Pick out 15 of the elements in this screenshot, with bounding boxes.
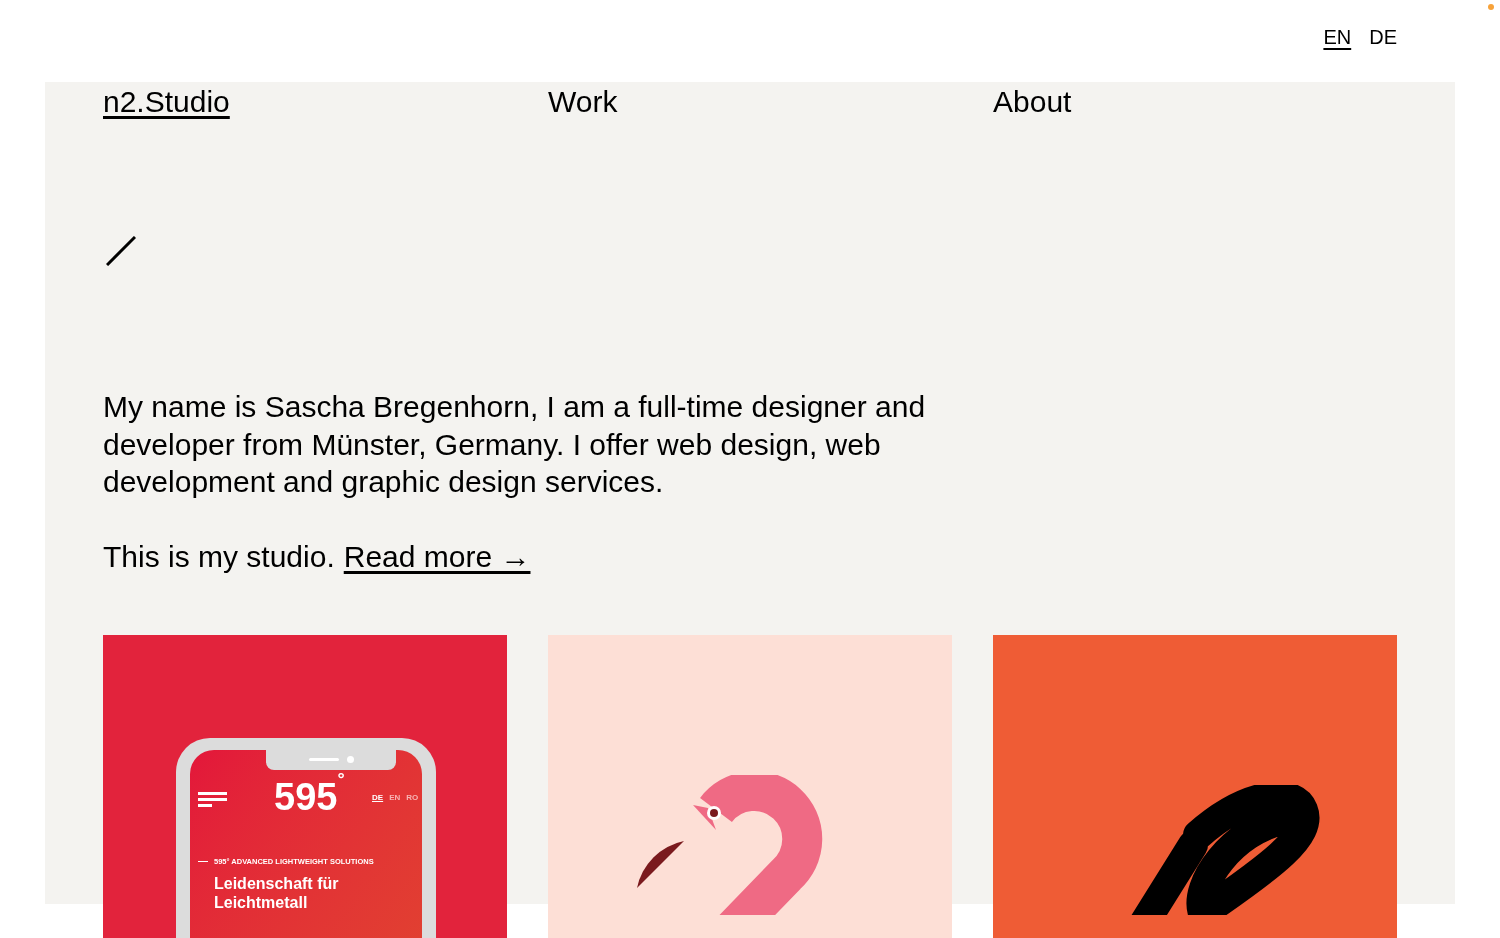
studio-text: This is my studio. [103, 538, 335, 575]
language-link[interactable]: EN [1323, 22, 1352, 52]
nav-link[interactable]: n2.Studio [103, 82, 230, 122]
nav-link[interactable]: About [993, 82, 1072, 122]
mockup-language-link[interactable]: DE [372, 791, 384, 804]
read-more-link[interactable]: Read more → [343, 536, 531, 577]
slash-icon [106, 236, 136, 266]
language-link[interactable]: DE [1369, 22, 1397, 52]
menu-icon [198, 791, 228, 808]
intro-paragraph: My name is Sascha Bregenhorn, I am a full-time designer and developer from Münster, Germany. I offer web design, web development and graphic design services. [103, 389, 927, 500]
degree-sign: ° [337, 769, 345, 788]
project-card[interactable] [993, 634, 1397, 938]
nav-link[interactable]: Work [548, 82, 618, 122]
mockup-logo: 595 [274, 777, 338, 816]
mockup-headline: Leidenschaft für Leichtmetall [214, 873, 340, 912]
